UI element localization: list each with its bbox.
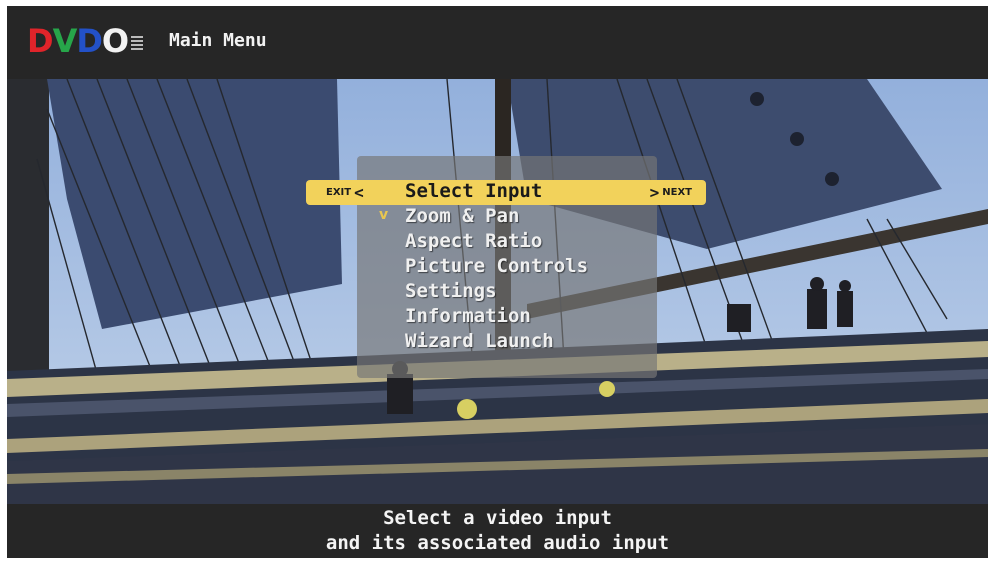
main-menu-list: Select Input Zoom & Pan Aspect Ratio Pic… (405, 179, 588, 354)
help-bar: Select a video input and its associated … (7, 504, 988, 558)
page-title: Main Menu (169, 30, 267, 51)
next-label: NEXT (662, 187, 692, 198)
exit-label: EXIT (326, 187, 352, 198)
menu-item-zoom-pan[interactable]: Zoom & Pan (405, 204, 588, 229)
menu-item-select-input[interactable]: Select Input (405, 179, 588, 204)
menu-item-picture-controls[interactable]: Picture Controls (405, 254, 588, 279)
right-arrow-icon: > (649, 183, 660, 202)
logo-letter-v: V (52, 22, 78, 60)
menu-item-information[interactable]: Information (405, 304, 588, 329)
exit-nav-button[interactable]: EXIT < (326, 183, 364, 202)
logo-lines-icon (131, 36, 144, 52)
logo-letter-d: D (27, 22, 54, 60)
menu-item-wizard-launch[interactable]: Wizard Launch (405, 329, 588, 354)
help-text-line-2: and its associated audio input (325, 532, 670, 554)
next-nav-button[interactable]: > NEXT (649, 183, 692, 202)
logo-letter-o: O (101, 22, 129, 60)
top-bar: D V D O Main Menu (7, 6, 988, 79)
menu-item-settings[interactable]: Settings (405, 279, 588, 304)
chevron-down-icon: v (379, 207, 389, 223)
left-arrow-icon: < (354, 183, 364, 202)
dvdo-logo: D V D O (27, 22, 144, 60)
logo-letter-d2: D (76, 22, 103, 60)
help-text-line-1: Select a video input (383, 507, 612, 529)
menu-item-aspect-ratio[interactable]: Aspect Ratio (405, 229, 588, 254)
tv-screen: D V D O Main Menu EXIT < > NEXT v Select… (7, 6, 988, 558)
